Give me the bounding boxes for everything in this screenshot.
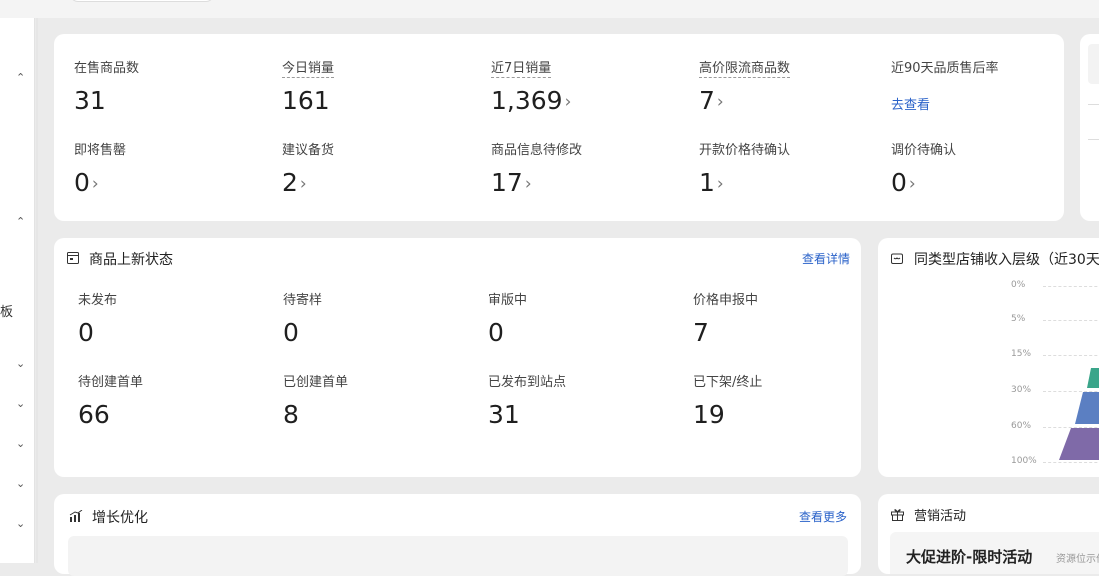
chevron-right-icon: › <box>91 174 99 194</box>
stat-label-high-price-limited: 高价限流商品数 <box>699 57 791 78</box>
pyramid-tier-bottom <box>1059 428 1099 460</box>
stat-value-high-price-limited[interactable]: 7 › <box>699 86 724 115</box>
status-label-to-send-sample: 待寄样 <box>283 293 323 308</box>
stat-value-info-to-fix[interactable]: 17 › <box>491 168 532 197</box>
status-value-price-declaring[interactable]: 7 <box>693 318 709 347</box>
marketing-title: 营销活动 <box>914 509 967 524</box>
tier-label: 30% <box>1011 385 1032 395</box>
sidebar: ⌃ ⌃ 板 ⌄ ⌄ ⌄ ⌄ ⌄ <box>0 18 35 563</box>
stat-value-adjust-price[interactable]: 0 › <box>891 168 916 197</box>
stat-label-price-confirm: 开款价格待确认 <box>699 143 791 158</box>
divider <box>1088 104 1099 105</box>
status-value-unpublished[interactable]: 0 <box>78 318 94 347</box>
stat-label-info-to-fix: 商品信息待修改 <box>491 143 583 158</box>
bar-chart-icon <box>69 510 83 522</box>
status-label-published-to-site: 已发布到站点 <box>488 375 567 390</box>
chevron-right-icon: › <box>564 92 572 112</box>
status-label-first-order-pending: 待创建首单 <box>78 375 144 390</box>
listing-status-title: 商品上新状态 <box>89 252 173 268</box>
chevron-right-icon: › <box>299 174 307 194</box>
chevron-up-icon[interactable]: ⌃ <box>16 216 25 228</box>
top-strip <box>0 0 1099 18</box>
stat-label-quality-aftersale: 近90天品质售后率 <box>891 61 999 76</box>
stat-value-price-confirm[interactable]: 1 › <box>699 168 724 197</box>
top-search-pill[interactable] <box>70 0 214 2</box>
tier-label: 60% <box>1011 421 1032 431</box>
chevron-up-icon[interactable]: ⌃ <box>16 72 25 84</box>
sidebar-item-label[interactable]: 板 <box>0 301 13 320</box>
tier-label: 100% <box>1011 456 1037 466</box>
stat-label-7day-sales: 近7日销量 <box>491 57 552 78</box>
stat-label-selling-out: 即将售罄 <box>74 143 127 158</box>
side-card-partial <box>1080 34 1099 221</box>
view-quality-link[interactable]: 去查看 <box>891 94 930 113</box>
chevron-down-icon[interactable]: ⌄ <box>16 478 25 490</box>
view-more-link[interactable]: 查看更多 <box>799 508 847 525</box>
status-label-delisted: 已下架/终止 <box>693 375 763 390</box>
stat-label-restock: 建议备货 <box>282 143 335 158</box>
income-level-title: 同类型店铺收入层级（近30天 <box>914 252 1099 268</box>
tier-gridline <box>1043 320 1099 321</box>
stat-value-today-sales: 161 <box>282 86 330 115</box>
stat-value-7day-sales[interactable]: 1,369 › <box>491 86 571 115</box>
stat-value-restock[interactable]: 2 › <box>282 168 307 197</box>
status-value-published-to-site[interactable]: 31 <box>488 400 520 429</box>
tier-gridline <box>1043 355 1099 356</box>
stat-label-on-sale: 在售商品数 <box>74 61 140 76</box>
chevron-down-icon[interactable]: ⌄ <box>16 358 25 370</box>
status-value-first-order-created[interactable]: 8 <box>283 400 299 429</box>
chevron-down-icon[interactable]: ⌄ <box>16 438 25 450</box>
shop-icon <box>891 253 903 264</box>
divider <box>1088 139 1099 140</box>
stat-label-adjust-price: 调价待确认 <box>891 143 957 158</box>
stat-value-selling-out[interactable]: 0 › <box>74 168 99 197</box>
status-label-first-order-created: 已创建首单 <box>283 375 349 390</box>
tier-gridline <box>1043 286 1099 287</box>
chevron-right-icon: › <box>524 174 532 194</box>
gift-icon <box>891 509 904 521</box>
chevron-right-icon: › <box>716 92 724 112</box>
tier-label: 5% <box>1011 314 1026 324</box>
chevron-right-icon: › <box>716 174 724 194</box>
status-value-reviewing[interactable]: 0 <box>488 318 504 347</box>
status-label-price-declaring: 价格申报中 <box>693 293 759 308</box>
growth-title: 增长优化 <box>92 510 148 526</box>
growth-card: 增长优化 查看更多 <box>54 494 861 576</box>
chevron-right-icon: › <box>908 174 916 194</box>
tier-label: 15% <box>1011 349 1032 359</box>
listing-status-card: 商品上新状态 查看详情 未发布 0 待寄样 0 审版中 0 价格申报中 7 待创… <box>54 238 861 477</box>
stat-value-on-sale: 31 <box>74 86 106 115</box>
pyramid-tier-top <box>1087 368 1099 388</box>
chevron-down-icon[interactable]: ⌄ <box>16 398 25 410</box>
status-value-to-send-sample[interactable]: 0 <box>283 318 299 347</box>
overview-card: 在售商品数 31 今日销量 161 近7日销量 1,369 › 高价限流商品数 7… <box>54 34 1064 221</box>
income-level-card: 同类型店铺收入层级（近30天 0% 5% 15% 30% 60% 100% <box>878 238 1099 477</box>
status-value-first-order-pending[interactable]: 66 <box>78 400 110 429</box>
tier-label: 0% <box>1011 280 1026 290</box>
marketing-card: 营销活动 大促进阶-限时活动 资源位示价 <box>878 494 1099 574</box>
marketing-banner[interactable]: 大促进阶-限时活动 资源位示价 <box>890 532 1099 574</box>
growth-content-area <box>68 536 848 576</box>
income-pyramid <box>1059 368 1099 460</box>
chevron-down-icon[interactable]: ⌄ <box>16 518 25 530</box>
status-label-unpublished: 未发布 <box>78 293 118 308</box>
status-label-reviewing: 审版中 <box>488 293 528 308</box>
status-value-delisted[interactable]: 19 <box>693 400 725 429</box>
sidebar-divider <box>36 18 38 563</box>
view-details-link[interactable]: 查看详情 <box>802 250 850 267</box>
marketing-banner-title: 大促进阶-限时活动 <box>906 548 1033 566</box>
pyramid-tier-middle <box>1075 392 1099 424</box>
stat-label-today-sales: 今日销量 <box>282 57 335 78</box>
side-card-block <box>1088 44 1099 84</box>
calendar-icon <box>67 252 79 264</box>
